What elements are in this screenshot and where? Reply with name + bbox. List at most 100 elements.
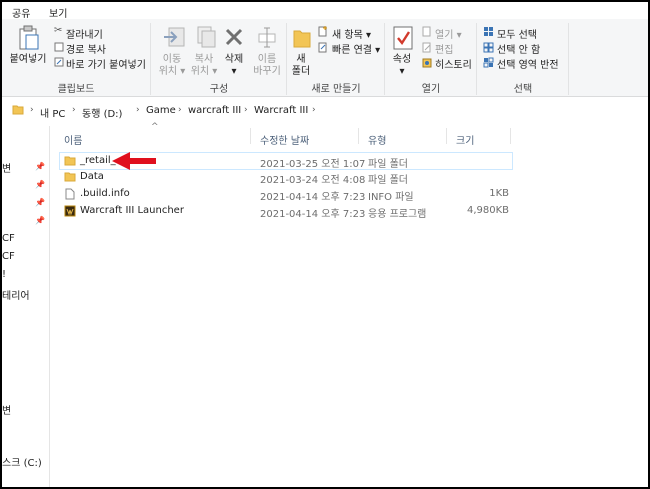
paste-button[interactable]: 붙여넣기 [6,54,50,66]
rename-button[interactable]: 이름 바꾸기 [248,54,286,78]
navigation-pane: 📌 📌 📌 📌 변 CF CF ! 테리어 변 스크 (C:) [2,126,50,487]
select-none-icon [483,42,494,53]
invert-selection-icon [483,57,494,68]
history-icon [422,58,432,68]
address-bar[interactable]: › 내 PC › 동행 (D:) › Game › warcraft III ›… [2,99,648,121]
dropdown-arrow-icon: ▾ [231,66,237,77]
file-name: Warcraft III Launcher [80,205,184,216]
dropdown-arrow-icon: ▾ [453,30,462,41]
new-item-icon [318,26,327,37]
nav-item[interactable]: 변 [2,402,11,417]
dropdown-arrow-icon: ▾ [371,45,381,56]
invert-selection-button[interactable]: 선택 영역 반전 [497,56,559,71]
ribbon-divider [476,23,477,95]
properties-button[interactable]: 속성 ▾ [388,54,416,78]
breadcrumb-warcraft-iii-lower[interactable]: warcraft III [188,105,241,116]
cut-button[interactable]: 잘라내기 [66,26,103,41]
organize-group-label: 구성 [209,84,229,95]
dropdown-arrow-icon: ▾ [177,66,186,77]
column-header-size[interactable]: 크기 [456,132,474,147]
breadcrumb-drive-d[interactable]: 동행 (D:) [82,105,122,120]
file-type: 응용 프로그램 [368,209,427,220]
delete-icon [225,28,243,46]
pin-icon[interactable]: 📌 [35,180,45,189]
folder-icon [12,105,24,115]
chevron-right-icon: › [244,105,248,115]
nav-item-drive-c[interactable]: 스크 (C:) [2,454,42,469]
file-icon [65,188,75,200]
move-to-label-2: 위치 [158,66,178,77]
file-date: 2021-03-24 오전 4:08 [260,175,366,186]
folder-icon [64,172,76,182]
open-button[interactable]: 열기 ▾ [435,26,462,41]
column-divider[interactable] [358,128,359,144]
ribbon-divider [384,23,385,95]
copy-path-icon [54,42,64,52]
nav-item[interactable]: CF [2,251,15,262]
breadcrumb-game[interactable]: Game [146,105,176,116]
chevron-right-icon: › [312,105,316,115]
new-folder-button[interactable]: 새 폴더 [288,54,314,78]
tab-share[interactable]: 공유 [12,5,30,20]
ribbon-divider [150,23,151,95]
column-divider[interactable] [510,128,511,144]
chevron-right-icon: › [30,105,34,115]
copy-to-icon [197,26,216,48]
nav-item[interactable]: 변 [2,160,11,175]
new-folder-label-1: 새 [296,54,306,65]
column-divider[interactable] [446,128,447,144]
clipboard-group-label: 클립보드 [57,84,95,95]
history-button[interactable]: 히스토리 [435,56,472,71]
copy-path-button[interactable]: 경로 복사 [66,41,106,56]
copy-to-button[interactable]: 복사 위치 ▾ [186,54,222,78]
new-group-label: 새로 만들기 [311,84,361,95]
app-icon [64,205,76,217]
nav-item[interactable]: 테리어 [2,287,30,302]
ribbon-tab-strip: 공유 보기 [2,2,648,20]
column-divider[interactable] [250,128,251,144]
pin-icon[interactable]: 📌 [35,198,45,207]
column-header-date[interactable]: 수정한 날짜 [260,132,309,147]
breadcrumb-this-pc[interactable]: 내 PC [40,105,65,120]
file-row[interactable]: Warcraft III Launcher 2021-04-14 오후 7:23… [59,203,511,220]
rename-label-1: 이름 [257,54,277,65]
ribbon-divider [568,23,569,95]
explorer-window: 공유 보기 붙여넣기 ✂ 잘라내기 경로 복사 바로 가기 붙여넣기 클립보드 … [2,2,648,487]
delete-label: 삭제 [224,54,244,65]
file-name: .build.info [80,188,130,199]
pin-icon[interactable]: 📌 [35,216,45,225]
file-type: INFO 파일 [368,192,414,203]
file-date: 2021-04-14 오후 7:23 [260,192,366,203]
new-item-button[interactable]: 새 항목 ▾ [332,26,371,41]
paste-shortcut-button[interactable]: 바로 가기 붙여넣기 [66,56,146,71]
nav-item[interactable]: CF [2,233,15,244]
pin-icon[interactable]: 📌 [35,162,45,171]
new-folder-label-2: 폴더 [291,66,311,77]
move-to-button[interactable]: 이동 위치 ▾ [154,54,190,78]
edit-icon [422,42,431,53]
column-header-type[interactable]: 유형 [368,132,386,147]
nav-item[interactable]: ! [2,269,6,280]
address-breadcrumb: › 내 PC › 동행 (D:) › Game › warcraft III ›… [8,101,638,120]
rename-label-2: 바꾸기 [253,66,281,77]
select-all-button[interactable]: 모두 선택 [497,26,537,41]
rename-icon [258,27,276,48]
move-to-label-1: 이동 [162,54,182,65]
tab-view[interactable]: 보기 [49,5,67,20]
column-header-name[interactable]: 이름 [64,132,82,147]
select-group-label: 선택 [513,84,533,95]
delete-button[interactable]: 삭제 ▾ [218,54,250,78]
file-size: 1KB [489,188,509,199]
select-none-button[interactable]: 선택 안 함 [497,41,540,56]
file-row[interactable]: .build.info 2021-04-14 오후 7:23 INFO 파일 1… [59,186,511,203]
new-folder-icon [293,30,311,48]
edit-button[interactable]: 편집 [435,41,453,56]
file-type: 파일 폴더 [368,159,408,170]
file-date: 2021-03-25 오전 1:07 [260,159,366,170]
easy-access-button[interactable]: 빠른 연결 ▾ [332,41,380,56]
sort-ascending-icon: ^ [151,122,159,132]
select-all-icon [484,27,493,36]
breadcrumb-warcraft-iii[interactable]: Warcraft III [254,105,308,116]
ribbon: 붙여넣기 ✂ 잘라내기 경로 복사 바로 가기 붙여넣기 클립보드 이동 위치 … [2,19,648,97]
file-type: 파일 폴더 [368,175,408,186]
